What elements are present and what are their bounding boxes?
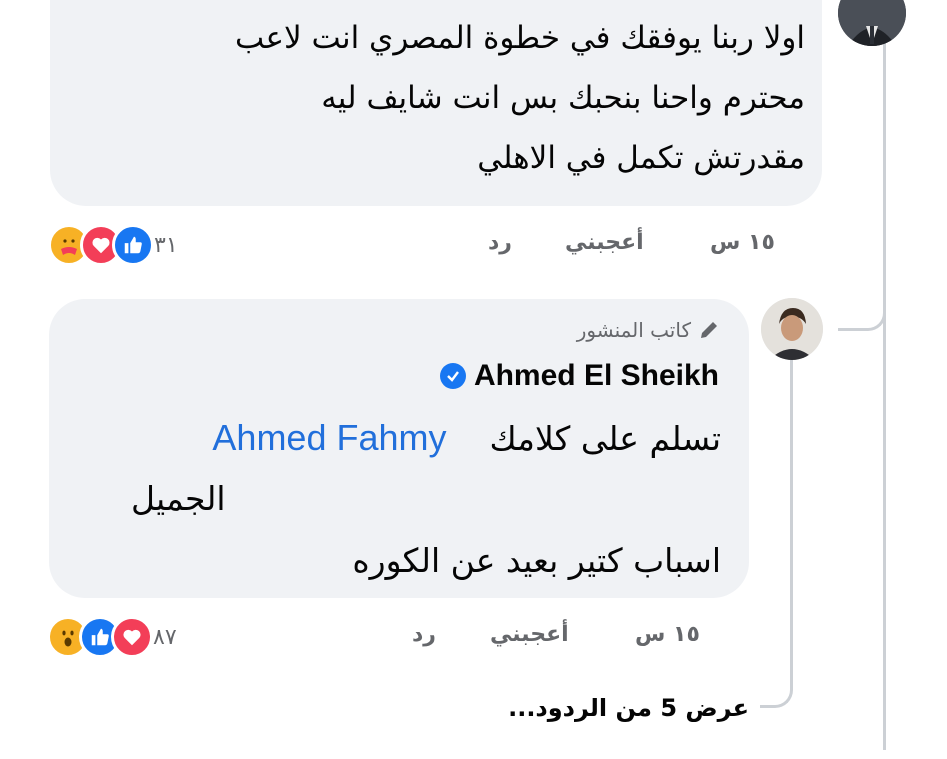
thread-line-tail: [883, 330, 886, 750]
like-button[interactable]: أعجبني: [490, 622, 569, 647]
author-name[interactable]: Ahmed El Sheikh: [474, 359, 719, 393]
reaction-count: ٣١: [154, 232, 178, 258]
thread-line-main: [883, 0, 886, 330]
reply-button[interactable]: رد: [412, 622, 436, 647]
thread-line-curve-reply: [838, 298, 886, 331]
commenter-avatar[interactable]: [838, 0, 906, 46]
reply-line: الجميل: [131, 479, 226, 518]
love-icon: [111, 616, 153, 658]
author-badge-label: كاتب المنشور: [576, 318, 691, 342]
comment-time[interactable]: ١٥ س: [635, 622, 700, 647]
author-avatar[interactable]: [761, 298, 823, 360]
person-silhouette-icon: [838, 0, 906, 46]
author-name-row: Ahmed El Sheikh: [439, 359, 719, 393]
view-replies-link[interactable]: عرض 5 من الردود...: [508, 694, 749, 722]
reaction-count: ٨٧: [153, 624, 177, 650]
reply-line-1: تسلم على كلامك Ahmed Fahmy: [121, 408, 721, 469]
mention-link[interactable]: Ahmed Fahmy: [212, 417, 446, 458]
reply-text: تسلم على كلامك Ahmed Fahmy الجميل اسباب …: [121, 408, 721, 591]
comment-line: اولا ربنا يوفقك في خطوة المصري انت لاعب: [235, 20, 805, 56]
comment-time[interactable]: ١٥ س: [710, 230, 775, 255]
reaction-summary[interactable]: ٣١: [48, 224, 188, 266]
thread-line-curve-view: [760, 660, 793, 708]
pencil-icon: [701, 322, 717, 338]
reply-button[interactable]: رد: [488, 230, 512, 255]
comment-line: محترم واحنا بنحبك بس انت شايف ليه: [321, 80, 805, 116]
reaction-summary[interactable]: ٨٧: [47, 616, 187, 658]
person-photo-icon: [761, 298, 823, 360]
comment-text: اولا ربنا يوفقك في خطوة المصري انت لاعب …: [125, 8, 805, 188]
like-button[interactable]: أعجبني: [565, 230, 644, 255]
like-icon: [112, 224, 154, 266]
author-badge: كاتب المنشور: [577, 318, 721, 342]
thread-line-reply: [790, 360, 793, 680]
reply-line: اسباب كتير بعيد عن الكوره: [352, 541, 721, 580]
comment-line: مقدرتش تكمل في الاهلي: [477, 140, 805, 176]
verified-badge-icon: [439, 363, 466, 389]
reply-line: تسلم على كلامك: [489, 419, 722, 458]
